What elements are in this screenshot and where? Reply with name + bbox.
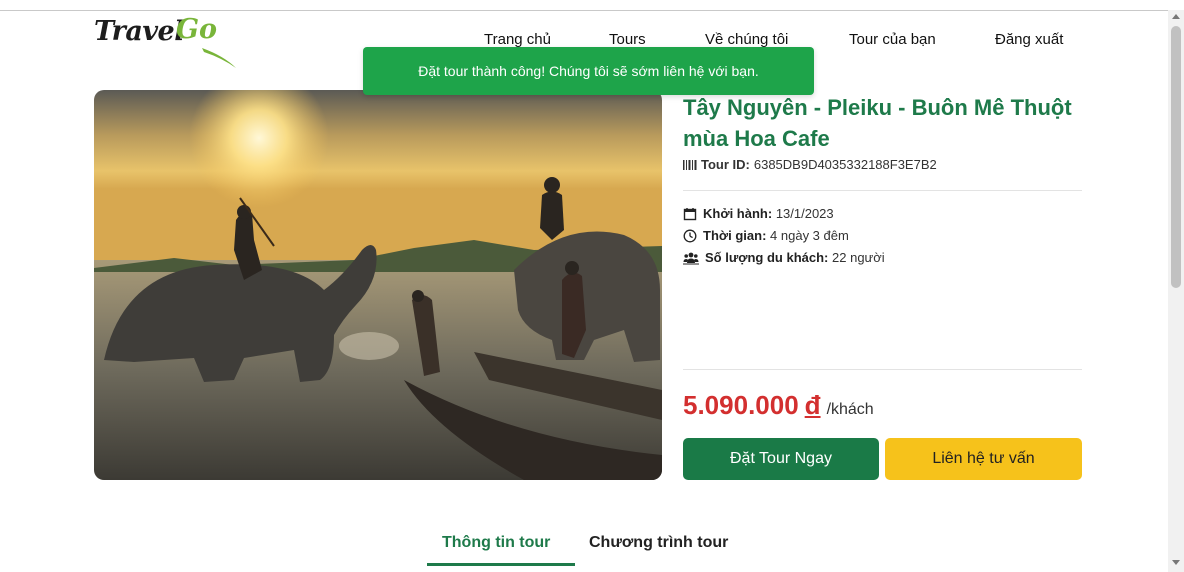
scroll-up-arrow-icon[interactable]: [1172, 14, 1180, 19]
scroll-down-arrow-icon[interactable]: [1172, 560, 1180, 565]
toast-message: Đặt tour thành công! Chúng tôi sẽ sớm li…: [418, 63, 759, 79]
calendar-icon: [683, 207, 697, 220]
success-toast: Đặt tour thành công! Chúng tôi sẽ sớm li…: [363, 47, 814, 95]
top-border: [0, 10, 1168, 11]
contact-consult-button[interactable]: Liên hệ tư vấn: [885, 438, 1082, 480]
price-unit: /khách: [826, 401, 874, 418]
tour-id-label: Tour ID:: [701, 157, 750, 172]
active-tab-indicator: [427, 563, 575, 566]
clock-icon: [683, 229, 697, 242]
nav-about[interactable]: Về chúng tôi: [705, 31, 788, 48]
duration-value: 4 ngày 3 đêm: [770, 228, 849, 243]
tab-tour-info[interactable]: Thông tin tour: [442, 534, 550, 552]
guests-label: Số lượng du khách:: [705, 250, 829, 265]
barcode-icon: [683, 159, 697, 170]
nav-my-tours[interactable]: Tour của bạn: [849, 31, 936, 48]
divider-top: [683, 190, 1082, 191]
departure-row: Khởi hành: 13/1/2023: [683, 206, 834, 221]
tour-hero-image: [94, 90, 662, 480]
nav-logout[interactable]: Đăng xuất: [995, 31, 1063, 48]
scrollbar-thumb[interactable]: [1171, 26, 1181, 288]
tab-tour-program[interactable]: Chương trình tour: [589, 534, 728, 552]
duration-label: Thời gian:: [703, 228, 767, 243]
guests-row: Số lượng du khách: 22 người: [683, 250, 885, 265]
price-currency: đ: [804, 390, 821, 420]
users-icon: [683, 252, 699, 264]
tour-id-value: 6385DB9D4035332188F3E7B2: [753, 157, 937, 172]
nav-home[interactable]: Trang chủ: [484, 31, 551, 48]
tour-title: Tây Nguyên - Pleiku - Buôn Mê Thuột mùa …: [683, 95, 1072, 151]
price-block: 5.090.000 đ /khách: [683, 390, 874, 421]
price-value: 5.090.000: [683, 390, 799, 420]
book-tour-button[interactable]: Đặt Tour Ngay: [683, 438, 879, 480]
nav-tours[interactable]: Tours: [609, 31, 646, 48]
guests-value: 22 người: [832, 250, 885, 265]
divider-bottom: [683, 369, 1082, 370]
duration-row: Thời gian: 4 ngày 3 đêm: [683, 228, 849, 243]
departure-label: Khởi hành:: [703, 206, 773, 221]
departure-value: 13/1/2023: [775, 206, 834, 221]
tour-id-row: Tour ID: 6385DB9D4035332188F3E7B2: [683, 157, 937, 172]
